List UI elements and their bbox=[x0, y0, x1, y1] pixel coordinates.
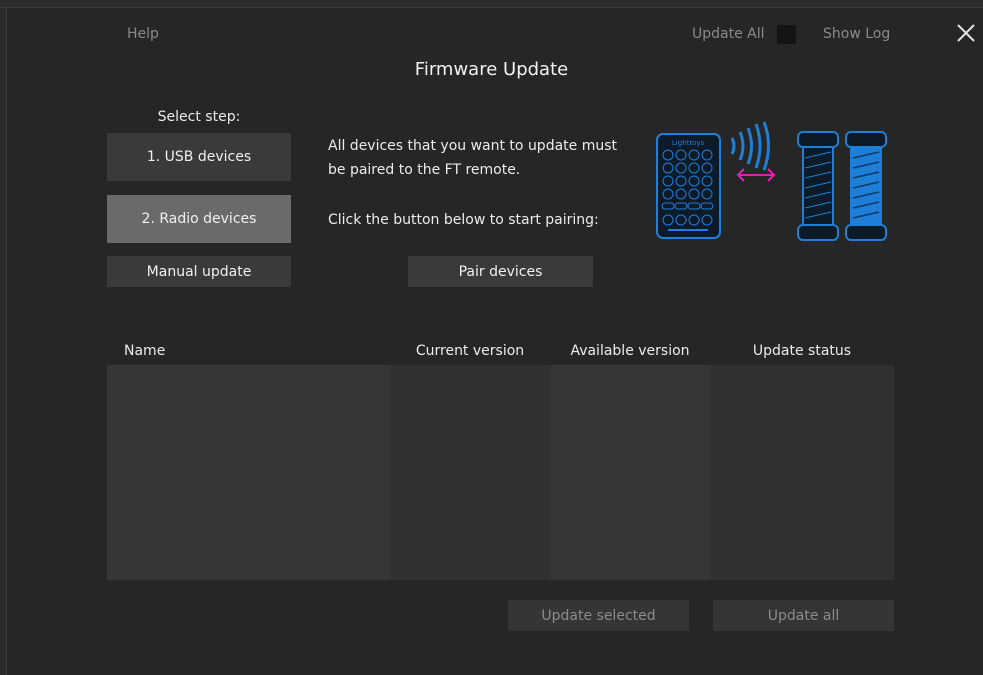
bidirectional-arrow-icon bbox=[736, 168, 776, 182]
table-column-update-status[interactable] bbox=[710, 365, 894, 580]
usb-devices-step-button[interactable]: 1. USB devices bbox=[107, 133, 291, 181]
window-top-border bbox=[0, 0, 983, 8]
light-tube-icon bbox=[797, 131, 839, 241]
page-title: Firmware Update bbox=[414, 59, 569, 80]
update-all-label: Update All bbox=[692, 26, 765, 42]
column-header-name[interactable]: Name bbox=[124, 343, 165, 359]
update-all-checkbox[interactable] bbox=[777, 25, 796, 44]
pairing-instruction-line-3: Click the button below to start pairing: bbox=[328, 212, 599, 228]
close-icon bbox=[957, 24, 975, 42]
update-all-button[interactable]: Update all bbox=[713, 600, 894, 631]
table-column-available-version[interactable] bbox=[550, 365, 710, 580]
manual-update-step-button[interactable]: Manual update bbox=[107, 256, 291, 287]
pairing-illustration: Lighttoys bbox=[656, 121, 887, 241]
pairing-instruction-line-1: All devices that you want to update must bbox=[328, 138, 618, 154]
window-left-border bbox=[0, 8, 7, 675]
pairing-instruction-line-2: be paired to the FT remote. bbox=[328, 162, 521, 178]
show-log-link[interactable]: Show Log bbox=[823, 26, 890, 42]
column-header-available-version[interactable]: Available version bbox=[550, 343, 710, 359]
update-selected-button[interactable]: Update selected bbox=[508, 600, 689, 631]
table-column-name[interactable] bbox=[107, 365, 390, 580]
remote-brand-text: Lighttoys bbox=[672, 139, 705, 147]
radio-devices-step-button[interactable]: 2. Radio devices bbox=[107, 195, 291, 243]
help-link[interactable]: Help bbox=[127, 26, 159, 42]
pair-devices-button[interactable]: Pair devices bbox=[408, 256, 593, 287]
column-header-update-status[interactable]: Update status bbox=[710, 343, 894, 359]
radio-signal-icon bbox=[730, 121, 770, 171]
light-tube-icon bbox=[845, 131, 887, 241]
close-button[interactable] bbox=[953, 20, 979, 46]
table-column-current-version[interactable] bbox=[390, 365, 550, 580]
column-header-current-version[interactable]: Current version bbox=[390, 343, 550, 359]
remote-control-icon: Lighttoys bbox=[656, 133, 721, 239]
select-step-heading: Select step: bbox=[157, 109, 241, 125]
